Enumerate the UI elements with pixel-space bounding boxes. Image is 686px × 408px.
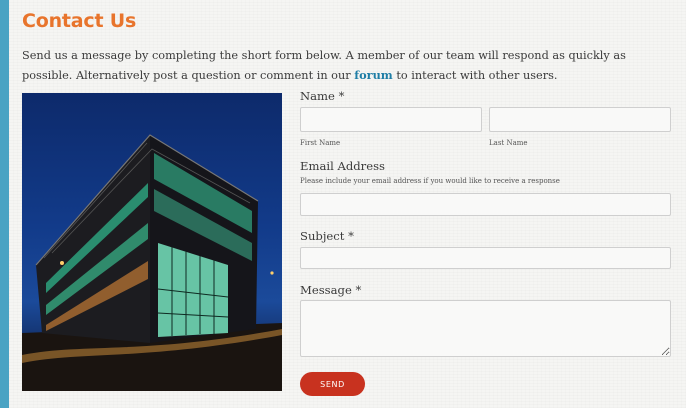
message-label: Message * [300, 283, 362, 297]
email-hint: Please include your email address if you… [300, 177, 560, 185]
email-input[interactable] [300, 193, 671, 216]
subject-input[interactable] [300, 247, 671, 269]
last-name-input[interactable] [489, 107, 671, 132]
building-illustration [22, 134, 282, 391]
contact-panel: Contact Us Send us a message by completi… [9, 0, 686, 408]
name-label: Name * [300, 89, 345, 103]
contact-form: Name * First Name Last Name Email Addres… [300, 0, 680, 408]
message-textarea[interactable] [300, 300, 671, 357]
first-name-label: First Name [300, 139, 341, 147]
building-photo [22, 93, 282, 391]
email-label: Email Address [300, 159, 385, 173]
last-name-label: Last Name [489, 139, 528, 147]
subject-label: Subject * [300, 229, 354, 243]
first-name-input[interactable] [300, 107, 482, 132]
send-button[interactable]: SEND [300, 372, 365, 396]
page-title: Contact Us [22, 10, 137, 32]
